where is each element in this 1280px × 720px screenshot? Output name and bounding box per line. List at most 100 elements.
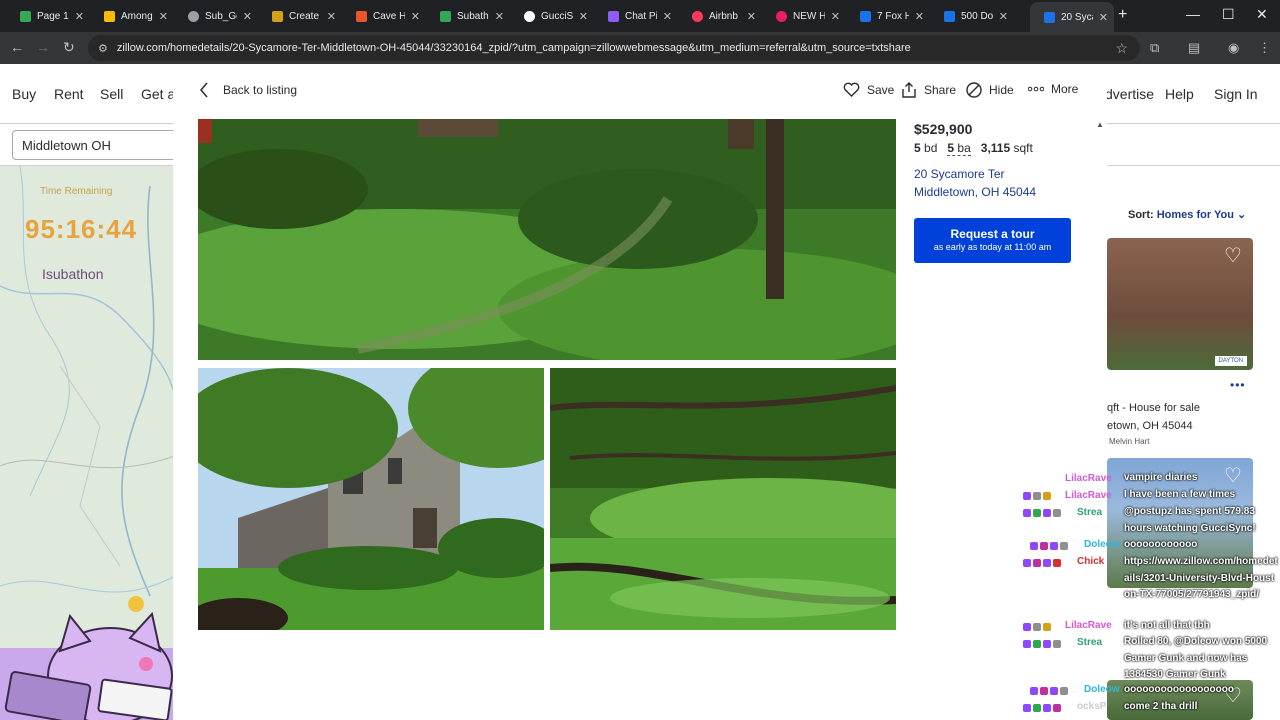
nav-get-a[interactable]: Get a: [141, 86, 175, 102]
favicon-icon: [20, 10, 31, 22]
close-icon[interactable]: ✕: [411, 10, 420, 23]
location-search-input[interactable]: Middletown OH: [12, 130, 182, 160]
favicon-icon: [1044, 11, 1055, 23]
close-icon[interactable]: ✕: [75, 10, 84, 23]
tab-label: Page 18: [37, 10, 69, 22]
close-icon[interactable]: ✕: [495, 10, 504, 23]
menu-icon[interactable]: ⋮: [1258, 40, 1271, 56]
maximize-icon[interactable]: ☐: [1222, 6, 1235, 23]
nav-sign-in[interactable]: Sign In: [1214, 86, 1258, 102]
heart-icon[interactable]: ♡: [1224, 243, 1242, 268]
tab-cave[interactable]: Cave Ho ✕: [342, 4, 426, 28]
beds-value: 5: [914, 141, 921, 155]
tab-new[interactable]: NEW Ho ✕: [762, 4, 846, 28]
profile-icon[interactable]: ◉: [1228, 40, 1239, 56]
address-bar[interactable]: ⚙ zillow.com/homedetails/20-Sycamore-Ter…: [88, 35, 1140, 61]
close-icon[interactable]: ✕: [999, 10, 1008, 23]
listing-photo-lawn[interactable]: [550, 368, 896, 630]
share-icon: [902, 82, 916, 98]
back-label: Back to listing: [223, 83, 298, 97]
card-type: qft - House for sale: [1107, 402, 1200, 414]
listing-photo-house[interactable]: [198, 368, 544, 630]
beds-baths-sqft: 5 bd 5 ba 3,115 sqft: [914, 141, 1094, 156]
baths-info[interactable]: 5 ba: [947, 141, 971, 156]
site-info-icon[interactable]: ⚙: [98, 42, 108, 55]
favicon-icon: [188, 10, 199, 22]
tab-airbnb[interactable]: Airbnb ✕: [678, 4, 762, 28]
bookmark-star-icon[interactable]: ☆: [1115, 40, 1128, 57]
tour-subtitle: as early as today at 11:00 am: [933, 242, 1052, 252]
save-button[interactable]: Save: [843, 82, 894, 97]
garden-photo-image: [198, 119, 896, 360]
close-icon[interactable]: ✕: [663, 10, 672, 23]
close-icon[interactable]: ✕: [915, 10, 924, 23]
tab-subath[interactable]: Subath ✕: [426, 4, 510, 28]
favicon-icon: [944, 10, 955, 22]
close-icon[interactable]: ✕: [579, 10, 588, 23]
tab-500[interactable]: 500 Do ✕: [930, 4, 1014, 28]
sqft-unit: sqft: [1013, 141, 1033, 155]
tab-label: Sub_Go: [205, 10, 237, 22]
brokerage-logo: DAYTON: [1214, 356, 1247, 366]
tab-label: Among: [121, 10, 153, 22]
tab-label: Subath: [457, 10, 489, 22]
tour-title: Request a tour: [950, 227, 1035, 241]
new-tab-icon[interactable]: +: [1118, 6, 1127, 24]
forward-icon[interactable]: →: [36, 39, 50, 55]
listing-photo-garden[interactable]: [198, 119, 896, 360]
favicon-icon: [440, 10, 451, 22]
lawn-photo-image: [550, 368, 896, 630]
tab-label: GucciSy: [541, 10, 573, 22]
sidepanel-icon[interactable]: ▤: [1188, 40, 1200, 56]
reload-icon[interactable]: ↻: [63, 39, 75, 56]
nav-buy[interactable]: Buy: [12, 86, 36, 102]
chevron-down-icon: ⌄: [1237, 209, 1247, 221]
more-button[interactable]: More: [1028, 82, 1078, 96]
tab-20sycamore[interactable]: 20 Syca ✕: [1030, 2, 1114, 32]
nav-sell[interactable]: Sell: [100, 86, 123, 102]
more-options-icon[interactable]: •••: [1230, 378, 1246, 392]
heart-icon: [843, 82, 860, 97]
modal-header: Back to listing Save Share Hide More: [173, 64, 1107, 119]
close-window-icon[interactable]: ✕: [1256, 6, 1268, 23]
scroll-up-icon[interactable]: ▲: [1096, 120, 1104, 129]
close-icon[interactable]: ✕: [159, 10, 168, 23]
listing-facts: $529,900 5 bd 5 ba 3,115 sqft 20 Sycamor…: [914, 121, 1094, 201]
tab-subgo[interactable]: Sub_Go ✕: [174, 4, 258, 28]
close-icon[interactable]: ✕: [1099, 11, 1108, 24]
close-icon[interactable]: ✕: [327, 10, 336, 23]
more-dots-icon: [1028, 86, 1044, 92]
nav-help[interactable]: Help: [1165, 86, 1194, 102]
nav-advertise[interactable]: dvertise: [1105, 86, 1154, 102]
hide-label: Hide: [989, 83, 1014, 97]
tab-7fox[interactable]: 7 Fox H ✕: [846, 4, 930, 28]
favicon-icon: [776, 10, 787, 22]
minimize-icon[interactable]: —: [1186, 6, 1200, 22]
extensions-icon[interactable]: ⧉: [1150, 40, 1159, 56]
share-button[interactable]: Share: [901, 82, 956, 98]
tab-among[interactable]: Among ✕: [90, 4, 174, 28]
back-icon[interactable]: ←: [10, 39, 24, 55]
heart-icon[interactable]: ♡: [1224, 683, 1242, 708]
heart-icon[interactable]: ♡: [1224, 463, 1242, 488]
back-to-listing-button[interactable]: Back to listing: [199, 82, 297, 98]
close-icon[interactable]: ✕: [747, 10, 756, 23]
request-tour-button[interactable]: Request a tour as early as today at 11:0…: [914, 218, 1071, 263]
hide-button[interactable]: Hide: [966, 82, 1014, 98]
listing-address[interactable]: 20 Sycamore Ter Middletown, OH 45044: [914, 165, 1094, 201]
tab-page18[interactable]: Page 18 ✕: [6, 4, 90, 28]
tab-guccisync[interactable]: GucciSy ✕: [510, 4, 594, 28]
nav-rent[interactable]: Rent: [54, 86, 84, 102]
close-icon[interactable]: ✕: [831, 10, 840, 23]
browser-toolbar: ← → ↻ ⚙ zillow.com/homedetails/20-Sycamo…: [0, 32, 1280, 64]
sort-control[interactable]: Sort: Homes for You ⌄: [1128, 208, 1246, 221]
close-icon[interactable]: ✕: [243, 10, 252, 23]
tab-label: 20 Syca: [1061, 11, 1093, 23]
tab-chatpic[interactable]: Chat Pic ✕: [594, 4, 678, 28]
card-address: etown, OH 45044: [1107, 420, 1193, 432]
tab-create[interactable]: Create a ✕: [258, 4, 342, 28]
sort-value: Homes for You: [1156, 209, 1234, 221]
tab-label: Cave Ho: [373, 10, 405, 22]
chevron-left-icon: [200, 82, 208, 98]
favicon-icon: [608, 10, 619, 22]
